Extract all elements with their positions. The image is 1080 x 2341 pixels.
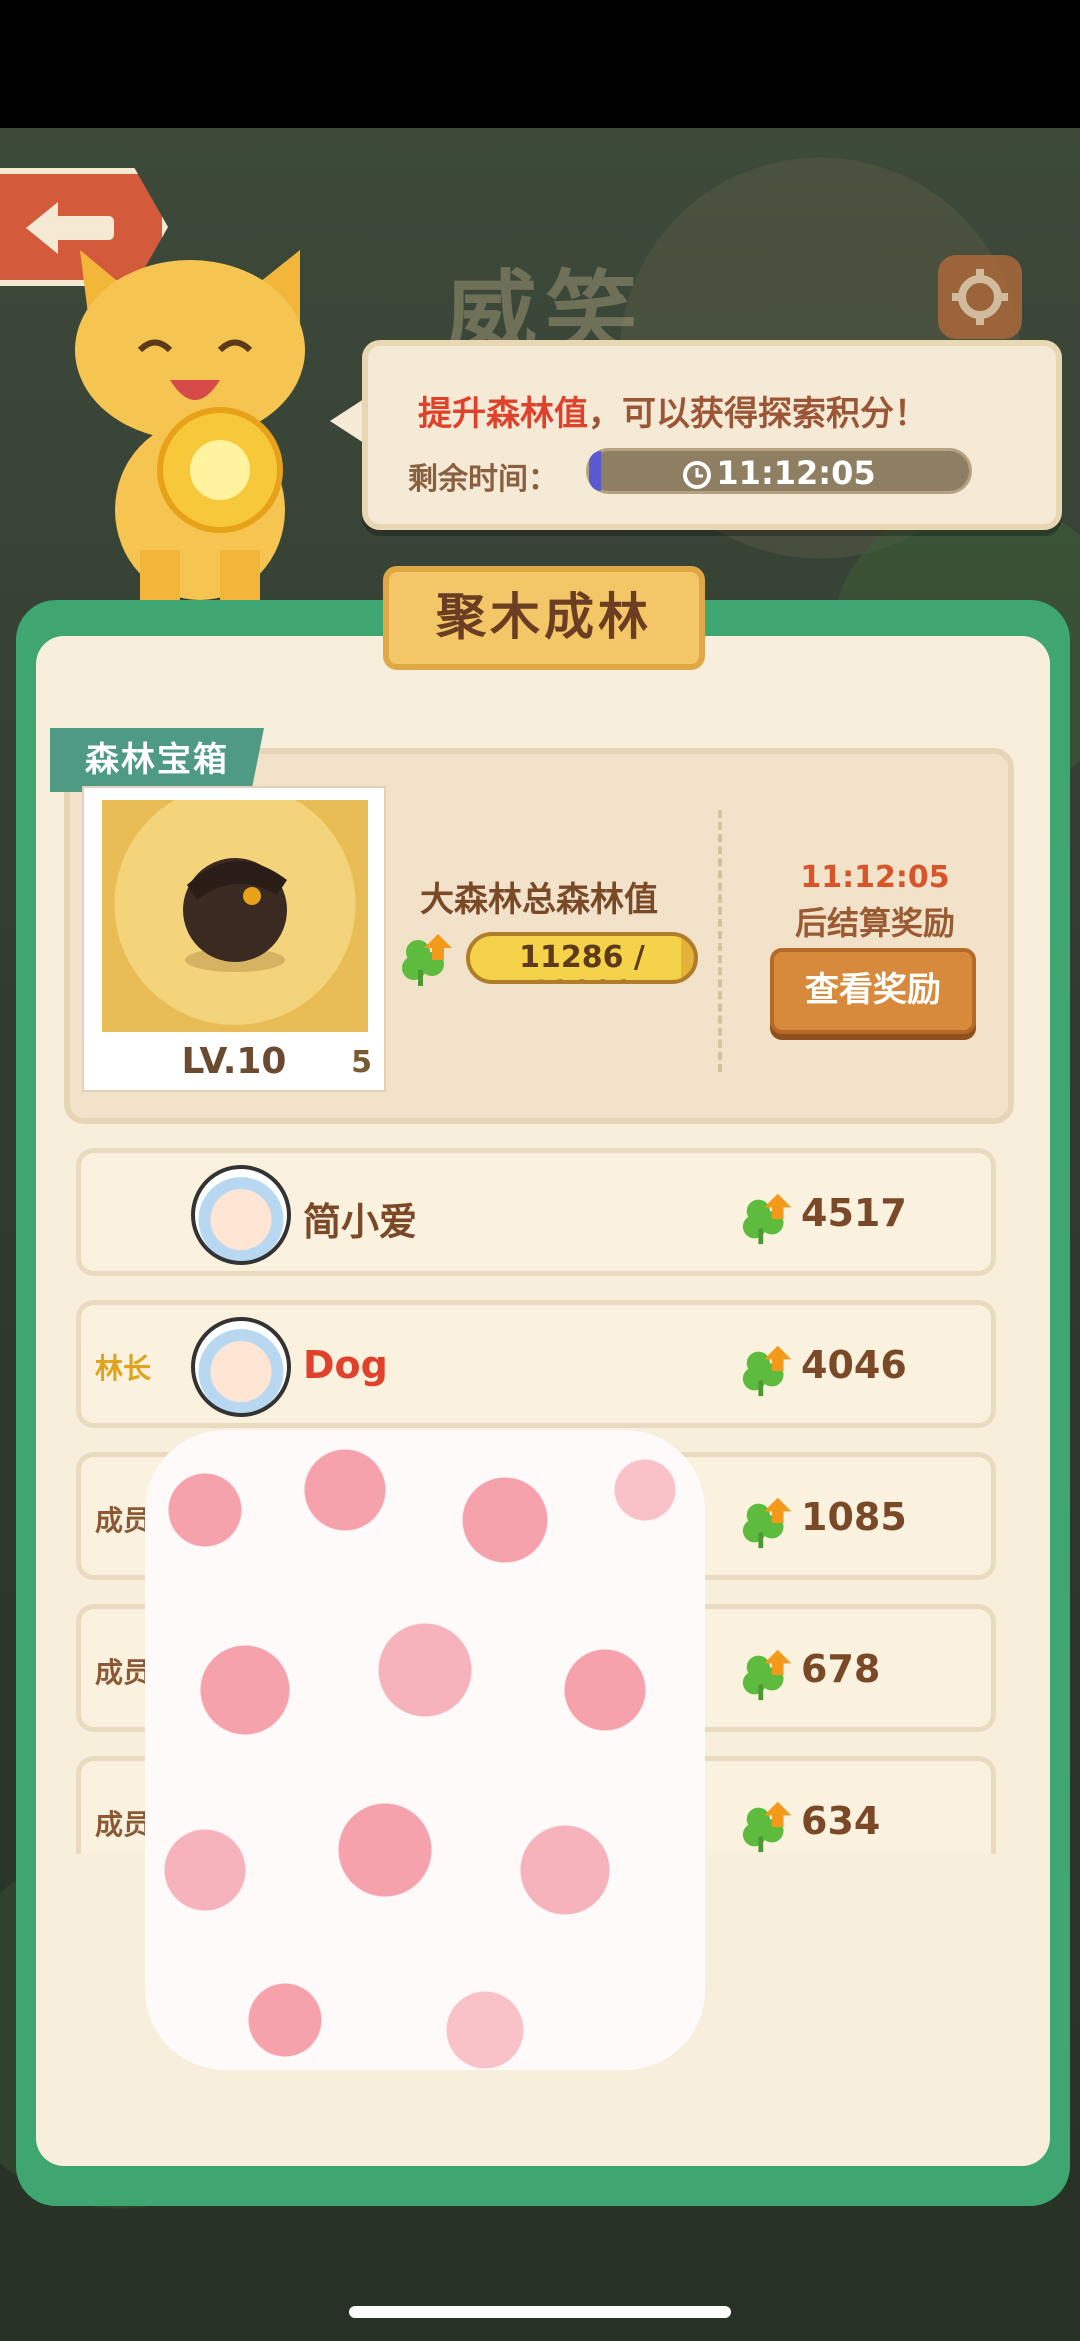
chest-level: LV.10 (181, 1041, 287, 1082)
timer-value: 11:12:05 (716, 454, 876, 492)
avatar[interactable] (191, 1165, 291, 1265)
clover-up-icon (402, 934, 452, 986)
chest-egg-icon (183, 858, 287, 972)
ticket-divider (718, 810, 722, 1072)
status-bar (0, 0, 1080, 128)
message-highlight: 提升森林值 (418, 394, 588, 434)
member-role: 成员 (95, 1504, 152, 1537)
timer-bar: 11:12:05 (586, 448, 972, 494)
member-score: 4046 (801, 1343, 907, 1387)
chest-art (102, 800, 368, 1032)
settings-button[interactable] (938, 255, 1022, 339)
chest-tag: 森林宝箱 (50, 728, 264, 792)
clover-up-icon (742, 1649, 792, 1701)
member-row[interactable]: 简小爱 4517 (76, 1148, 996, 1276)
member-score: 4517 (801, 1191, 907, 1235)
clover-up-icon (742, 1801, 792, 1853)
panel-title: 聚木成林 (383, 566, 705, 670)
clock-icon (683, 461, 712, 489)
forest-progress-text: 11286 / 12000 (519, 940, 645, 980)
member-score: 634 (801, 1799, 881, 1843)
clover-up-icon (742, 1497, 792, 1549)
member-role: 成员 (95, 1808, 152, 1841)
view-rewards-button[interactable]: 查看奖励 (770, 948, 976, 1034)
member-score: 1085 (801, 1495, 907, 1539)
settle-countdown: 11:12:05 (800, 860, 950, 895)
avatar[interactable] (191, 1317, 291, 1417)
member-role: 成员 (95, 1656, 152, 1689)
member-role: 林长 (95, 1352, 152, 1385)
member-row[interactable]: 林长 Dog 4046 (76, 1300, 996, 1428)
forest-total-label: 大森林总森林值 (420, 880, 658, 920)
gear-icon (952, 269, 1008, 325)
clover-up-icon (742, 1345, 792, 1397)
member-name: Dog (303, 1343, 388, 1387)
member-score: 678 (801, 1647, 881, 1691)
clover-up-icon (742, 1193, 792, 1245)
home-indicator[interactable] (349, 2306, 731, 2318)
settle-label: 后结算奖励 (794, 904, 955, 942)
back-arrow-icon (26, 202, 114, 254)
privacy-sticker-overlay (145, 1430, 705, 2070)
bubble-message: 提升森林值，可以获得探索积分！ (418, 386, 928, 435)
timer-text: 11:12:05 (589, 454, 969, 492)
speech-bubble: 提升森林值，可以获得探索积分！ 剩余时间： 11:12:05 (362, 340, 1062, 530)
chest-box[interactable]: 5 LV.10 (82, 786, 386, 1092)
message-rest: ，可以获得探索积分！ (588, 394, 928, 434)
timer-label: 剩余时间： (408, 462, 558, 497)
member-name: 简小爱 (303, 1200, 418, 1244)
forest-progress-bar: 11286 / 12000 (466, 932, 698, 984)
cat-mascot-image (75, 250, 305, 600)
